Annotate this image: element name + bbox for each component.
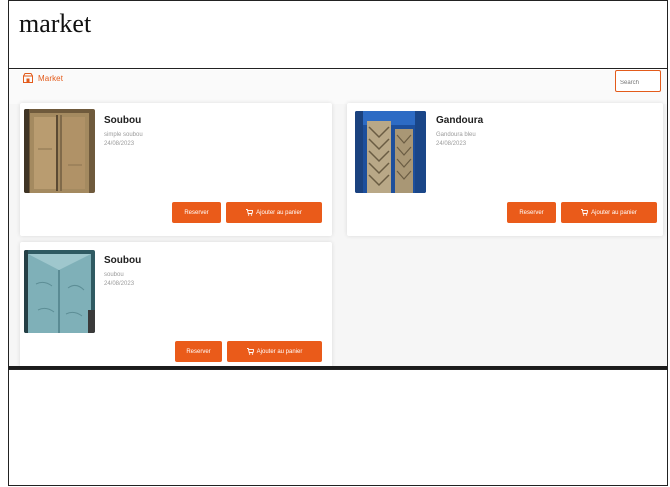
reserve-button[interactable]: Reserver bbox=[172, 202, 221, 223]
cart-icon bbox=[246, 348, 254, 355]
product-image[interactable] bbox=[24, 109, 95, 193]
reserve-button[interactable]: Reserver bbox=[507, 202, 556, 223]
app-screenshot: Market Soubou bbox=[9, 70, 667, 366]
search-box[interactable] bbox=[615, 70, 661, 92]
add-to-cart-label: Ajouter au panier bbox=[256, 209, 302, 216]
product-card: Gandoura Gandoura bleu 24/08/2023 Reserv… bbox=[347, 103, 663, 236]
reserve-button[interactable]: Reserver bbox=[175, 341, 222, 362]
row-divider bbox=[8, 369, 668, 370]
search-input[interactable] bbox=[616, 74, 660, 86]
product-name: Soubou bbox=[104, 255, 142, 266]
product-image[interactable] bbox=[24, 250, 95, 333]
add-to-cart-button[interactable]: Ajouter au panier bbox=[561, 202, 657, 223]
product-date: 24/08/2023 bbox=[436, 141, 467, 147]
brand[interactable]: Market bbox=[23, 73, 63, 83]
product-name: Gandoura bbox=[436, 115, 484, 126]
add-to-cart-label: Ajouter au panier bbox=[591, 209, 637, 216]
cart-icon bbox=[246, 209, 254, 216]
product-name: Soubou bbox=[104, 115, 142, 126]
cart-icon bbox=[581, 209, 589, 216]
reserve-label: Reserver bbox=[186, 348, 211, 355]
reserve-label: Reserver bbox=[519, 209, 544, 216]
product-date: 24/08/2023 bbox=[104, 281, 135, 287]
title-cell: market bbox=[8, 0, 668, 69]
add-to-cart-label: Ajouter au panier bbox=[256, 348, 303, 355]
reserve-label: Reserver bbox=[184, 209, 209, 216]
product-date: 24/08/2023 bbox=[104, 141, 135, 147]
product-card: Soubou soubou 24/08/2023 Reserver Ajoute… bbox=[20, 242, 332, 366]
product-description: simple soubou bbox=[104, 132, 143, 138]
add-to-cart-button[interactable]: Ajouter au panier bbox=[226, 202, 322, 223]
store-icon bbox=[23, 73, 33, 83]
product-description: soubou bbox=[104, 272, 124, 278]
page-title: market bbox=[19, 9, 92, 38]
brand-name: Market bbox=[38, 73, 64, 83]
add-to-cart-button[interactable]: Ajouter au panier bbox=[227, 341, 322, 362]
app-header: Market bbox=[9, 70, 667, 104]
product-description: Gandoura bleu bbox=[436, 132, 476, 138]
product-image[interactable] bbox=[355, 111, 426, 193]
product-card: Soubou simple soubou 24/08/2023 Reserver… bbox=[20, 103, 332, 236]
document-page: market Market Search Soubou simple soubo… bbox=[0, 0, 670, 487]
